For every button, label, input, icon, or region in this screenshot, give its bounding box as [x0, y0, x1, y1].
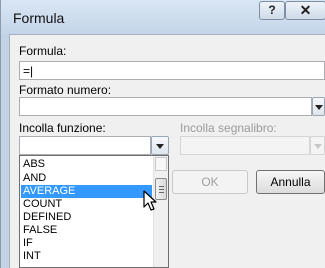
paste-function-dropdown-button[interactable] [151, 136, 169, 155]
chevron-down-icon [313, 144, 322, 149]
help-button[interactable]: ? [259, 1, 285, 20]
number-format-label: Formato numero: [19, 83, 112, 97]
close-button[interactable]: ✕ [285, 1, 325, 20]
formula-label: Formula: [19, 44, 67, 58]
chevron-down-icon [156, 144, 164, 149]
grip-line [159, 186, 164, 187]
paste-bookmark-combobox[interactable] [180, 136, 310, 155]
mouse-pointer-icon [143, 190, 157, 211]
paste-function-combobox[interactable] [19, 136, 151, 155]
list-item-if[interactable]: IF [21, 237, 152, 250]
grip-line [159, 189, 164, 190]
list-item-average[interactable]: AVERAGE [21, 185, 152, 198]
cancel-button[interactable]: Annulla [256, 170, 325, 194]
dialog-title: Formula [13, 10, 65, 26]
ok-button[interactable]: OK [172, 170, 248, 194]
scroll-up-button[interactable] [155, 157, 167, 171]
number-format-dropdown-button[interactable] [312, 97, 325, 116]
list-item-count[interactable]: COUNT [21, 198, 152, 211]
list-item-and[interactable]: AND [21, 172, 152, 185]
title-bar: Formula ? ✕ [1, 0, 325, 34]
list-item-abs[interactable]: ABS [21, 158, 152, 171]
number-format-input[interactable] [19, 97, 312, 116]
list-item-defined[interactable]: DEFINED [21, 211, 152, 224]
grip-line [159, 192, 164, 193]
paste-bookmark-dropdown-button[interactable] [310, 136, 325, 155]
list-item-false[interactable]: FALSE [21, 224, 152, 237]
paste-bookmark-label: Incolla segnalibro: [180, 121, 277, 135]
chevron-down-icon [314, 105, 323, 110]
formula-input[interactable]: =| [19, 61, 325, 80]
paste-function-label: Incolla funzione: [19, 121, 106, 135]
list-item-int[interactable]: INT [21, 250, 152, 263]
